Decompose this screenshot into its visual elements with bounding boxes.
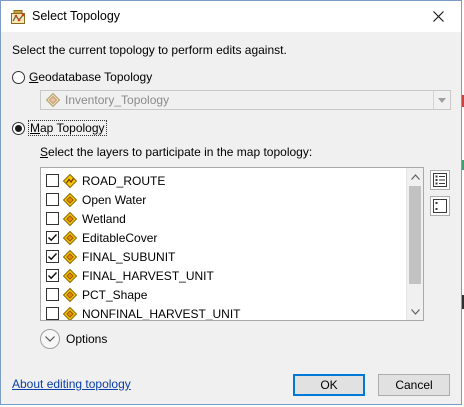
layer-name: FINAL_HARVEST_UNIT [82,268,214,283]
geodatabase-topology-label: Geodatabase Topology [29,70,153,84]
close-icon [432,11,444,22]
title-bar: Select Topology [1,1,461,32]
map-topology-option[interactable]: Map Topology [12,120,107,136]
scroll-up-button[interactable] [407,168,423,185]
cancel-button[interactable]: Cancel [378,374,450,396]
checkmark-icon [47,233,58,242]
chevron-down-icon [45,336,55,342]
close-button[interactable] [415,1,461,32]
map-topology-label: Map Topology [28,120,107,136]
checkmark-icon [47,271,58,280]
line-feature-icon [62,173,78,188]
list-item[interactable]: Open Water [41,190,406,209]
layer-checkbox[interactable] [46,231,59,244]
clear-all-layers-button[interactable] [430,196,450,216]
list-item[interactable]: EditableCover [41,228,406,247]
polygon-feature-icon [62,268,78,283]
list-item[interactable]: NONFINAL_HARVEST_UNIT [41,304,406,321]
geodatabase-topology-value: Inventory_Topology [65,93,170,107]
combo-dropdown-arrow [433,91,450,109]
layer-checkbox[interactable] [46,307,59,320]
layer-checkbox[interactable] [46,174,59,187]
list-item[interactable]: FINAL_SUBUNIT [41,247,406,266]
polygon-feature-icon [62,230,78,245]
list-item[interactable]: FINAL_HARVEST_UNIT [41,266,406,285]
polygon-feature-icon [62,287,78,302]
layer-name: NONFINAL_HARVEST_UNIT [82,306,241,321]
options-expand-button[interactable] [40,329,60,349]
polygon-feature-icon [62,192,78,207]
topology-layer-icon [45,92,61,108]
layer-name: PCT_Shape [82,287,148,302]
options-expander[interactable]: Options [40,329,107,349]
layer-name: ROAD_ROUTE [82,173,166,188]
list-item[interactable]: ROAD_ROUTE [41,171,406,190]
layer-checkbox[interactable] [46,193,59,206]
select-all-icon [433,173,447,187]
options-label: Options [66,332,108,346]
about-editing-topology-link[interactable]: About editing topology [12,377,131,391]
layer-list-scrollbar[interactable] [406,168,423,320]
layer-list[interactable]: ROAD_ROUTE Open Water Wetland EditableCover… [40,167,424,321]
scroll-down-button[interactable] [407,303,423,320]
layer-checkbox[interactable] [46,212,59,225]
checkmark-icon [47,252,58,261]
dialog-content: Select the current topology to perform e… [1,32,461,404]
polygon-feature-icon [62,211,78,226]
list-item[interactable]: Wetland [41,209,406,228]
geodatabase-topology-radio[interactable] [12,70,25,84]
chevron-up-icon [411,173,420,180]
list-item[interactable]: PCT_Shape [41,285,406,304]
layers-instruction: Select the layers to participate in the … [40,145,313,159]
instruction-text: Select the current topology to perform e… [12,43,287,57]
chevron-down-icon [438,97,446,103]
layer-name: Open Water [82,192,147,207]
dialog-title: Select Topology [32,9,121,23]
layer-checkbox[interactable] [46,250,59,263]
map-topology-radio[interactable] [12,121,25,135]
ok-button[interactable]: OK [293,374,365,396]
layer-checkbox[interactable] [46,269,59,282]
geodatabase-topology-option[interactable]: Geodatabase Topology [12,70,152,84]
layer-name: Wetland [82,211,126,226]
layer-name: FINAL_SUBUNIT [82,249,176,264]
scroll-thumb[interactable] [409,186,421,284]
clear-all-icon [433,199,447,213]
polygon-feature-icon [62,306,78,320]
layer-name: EditableCover [82,230,158,245]
geodatabase-topology-combo: Inventory_Topology [40,90,451,110]
topology-app-icon [10,9,26,25]
select-topology-dialog: Select Topology Select the current topol… [0,0,462,405]
chevron-down-icon [411,308,420,315]
layer-checkbox[interactable] [46,288,59,301]
select-all-layers-button[interactable] [430,170,450,190]
polygon-feature-icon [62,249,78,264]
